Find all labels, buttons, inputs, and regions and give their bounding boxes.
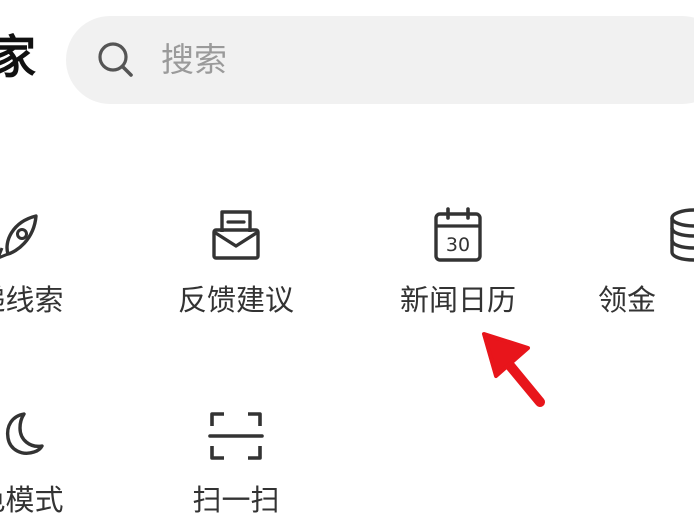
grid-label-tip-off: 递线索 (0, 283, 64, 317)
moon-icon (0, 406, 50, 466)
calendar-icon: 30 (428, 206, 488, 266)
scan-icon (206, 406, 266, 466)
search-bar[interactable]: 搜索 (66, 16, 694, 104)
rocket-icon (0, 206, 50, 266)
grid-item-get-gold[interactable]: 领金 (598, 206, 694, 326)
search-icon (96, 40, 136, 80)
grid-label-news-calendar: 新闻日历 (399, 283, 516, 317)
grid-item-news-calendar[interactable]: 30 新闻日历 (368, 206, 548, 326)
grid-label-feedback: 反馈建议 (177, 283, 294, 317)
feedback-mail-icon (206, 206, 266, 266)
grid-item-scan[interactable]: 扫一扫 (146, 406, 326, 526)
annotation-arrow-icon (478, 326, 558, 416)
grid-label-scan: 扫一扫 (192, 483, 280, 517)
grid-item-dark-mode[interactable]: 色模式 (0, 406, 110, 526)
screen: 家 搜索 递线索 (0, 0, 694, 532)
grid-label-get-gold: 领金 (598, 283, 657, 317)
app-logo: 家 (0, 30, 36, 84)
calendar-day-number: 30 (446, 234, 470, 256)
search-placeholder: 搜索 (161, 40, 227, 79)
coin-stack-icon (656, 206, 694, 266)
grid-label-dark-mode: 色模式 (0, 483, 64, 517)
grid-item-tip-off[interactable]: 递线索 (0, 206, 110, 326)
grid-item-feedback[interactable]: 反馈建议 (146, 206, 326, 326)
